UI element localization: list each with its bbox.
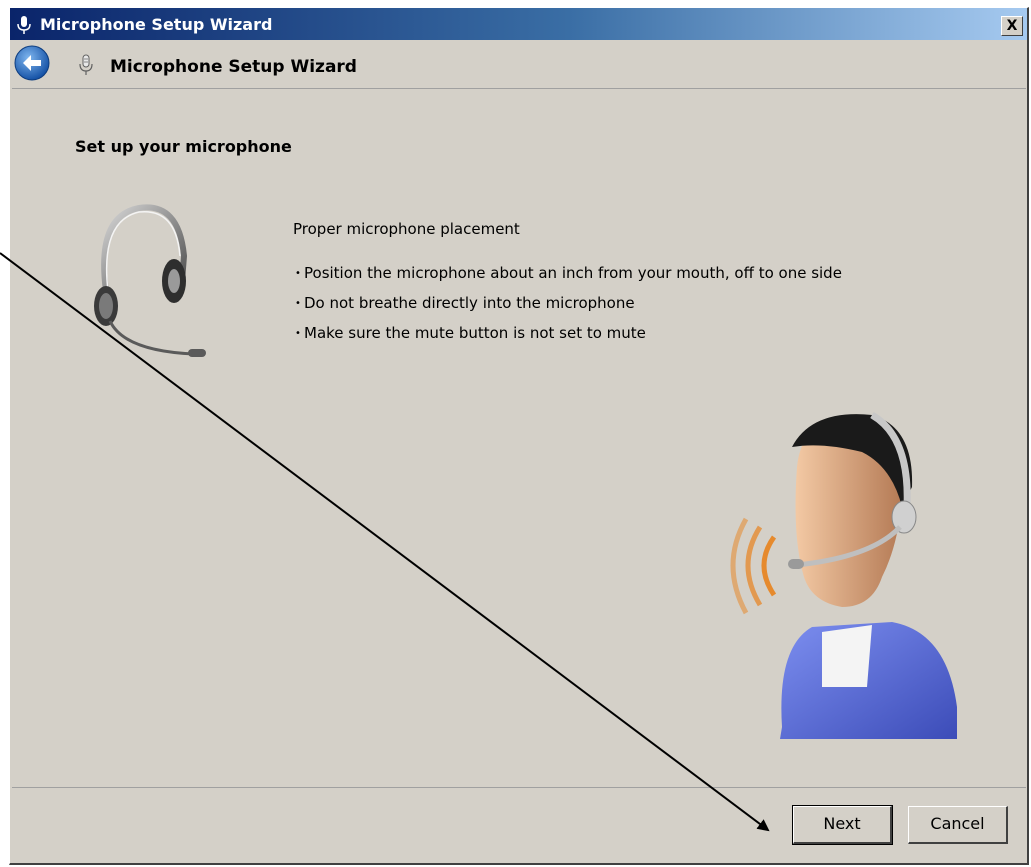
- wizard-window: Microphone Setup Wizard X Microphone Set…: [9, 7, 1029, 865]
- list-item: • Do not breathe directly into the microp…: [295, 294, 635, 312]
- window-title: Microphone Setup Wizard: [40, 15, 273, 34]
- person-with-headset-image: [722, 407, 972, 739]
- wizard-footer: Next Cancel: [10, 788, 1027, 863]
- headset-image: [84, 196, 214, 366]
- next-button[interactable]: Next: [792, 805, 893, 845]
- placement-tips: • Position the microphone about an inch f…: [295, 263, 842, 353]
- page-heading: Set up your microphone: [75, 137, 292, 156]
- back-button[interactable]: [14, 45, 50, 81]
- close-button[interactable]: X: [1001, 16, 1023, 36]
- title-bar[interactable]: Microphone Setup Wizard X: [10, 8, 1027, 40]
- back-arrow-icon: [14, 45, 50, 81]
- cancel-button[interactable]: Cancel: [908, 806, 1008, 844]
- wizard-content: Set up your microphone Proper microphone…: [12, 88, 1026, 788]
- list-item: • Make sure the mute button is not set to…: [295, 324, 646, 342]
- microphone-icon: [76, 54, 96, 76]
- list-item: • Position the microphone about an inch f…: [295, 264, 842, 282]
- close-icon: X: [1006, 18, 1018, 34]
- navigation-bar: Microphone Setup Wizard: [10, 40, 1027, 86]
- nav-title: Microphone Setup Wizard: [110, 57, 357, 77]
- placement-title: Proper microphone placement: [293, 220, 520, 238]
- microphone-icon: [14, 15, 34, 35]
